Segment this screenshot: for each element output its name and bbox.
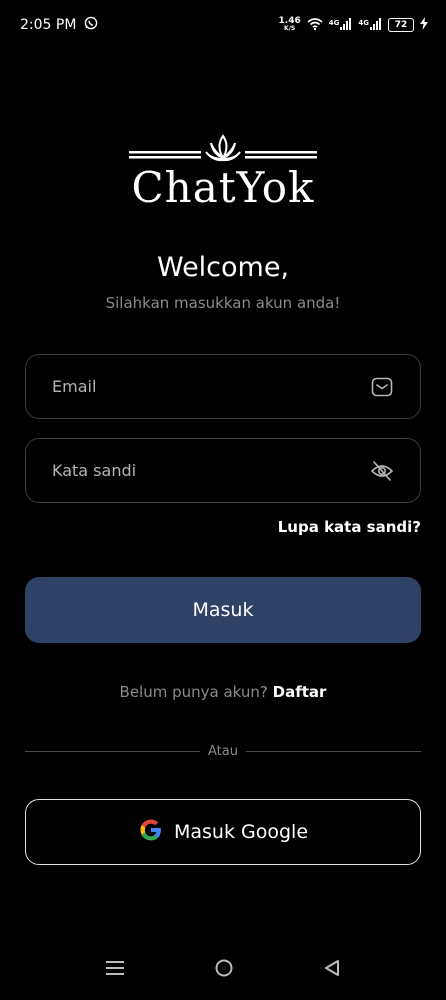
- lotus-icon: [129, 134, 317, 162]
- google-login-button[interactable]: Masuk Google: [25, 799, 421, 865]
- charging-icon: [420, 17, 428, 33]
- status-bar: 2:05 PM 1.46 K/S 4G 4G 72: [0, 0, 446, 50]
- forgot-password-link[interactable]: Lupa kata sandi?: [278, 518, 421, 536]
- status-right: 1.46 K/S 4G 4G 72: [279, 17, 428, 34]
- eye-off-icon[interactable]: [370, 459, 394, 483]
- signup-question: Belum punya akun?: [119, 683, 268, 701]
- battery-level: 72: [394, 20, 408, 30]
- wifi-icon: [307, 17, 323, 34]
- email-placeholder: Email: [52, 377, 97, 396]
- password-placeholder: Kata sandi: [52, 461, 137, 480]
- welcome-subtitle: Silahkan masukkan akun anda!: [105, 294, 341, 312]
- signal-icon: [370, 17, 382, 33]
- signup-link[interactable]: Daftar: [273, 683, 327, 701]
- whatsapp-icon: [84, 16, 98, 34]
- network-1-label: 4G: [328, 18, 340, 27]
- google-login-label: Masuk Google: [173, 821, 309, 843]
- login-button[interactable]: Masuk: [25, 577, 421, 643]
- divider-text: Atau: [208, 743, 238, 759]
- battery-indicator: 72: [388, 18, 414, 32]
- app-logo: ChatYok: [127, 134, 319, 216]
- divider-line-left: [25, 750, 201, 752]
- password-field[interactable]: Kata sandi: [25, 438, 421, 503]
- status-time: 2:05 PM: [20, 17, 77, 33]
- divider-line-right: [245, 750, 421, 752]
- network-1: 4G: [328, 17, 353, 33]
- network-speed: 1.46 K/S: [279, 17, 301, 33]
- email-field[interactable]: Email: [25, 354, 421, 419]
- welcome-title: Welcome,: [156, 252, 290, 283]
- speed-value: 1.46: [278, 16, 301, 26]
- status-left: 2:05 PM: [20, 16, 98, 34]
- login-button-label: Masuk: [192, 599, 254, 621]
- signal-icon: [340, 17, 352, 33]
- divider: Atau: [25, 741, 421, 761]
- system-nav-bar: [0, 945, 446, 995]
- logo-text: ChatYok: [131, 163, 315, 212]
- speed-unit: K/S: [284, 25, 296, 32]
- back-icon[interactable]: [323, 958, 341, 982]
- network-2: 4G: [358, 17, 382, 33]
- signup-row: Belum punya akun? Daftar: [0, 683, 446, 701]
- home-icon[interactable]: [214, 958, 234, 982]
- network-2-label: 4G: [358, 18, 369, 27]
- menu-icon[interactable]: [105, 959, 125, 981]
- mail-icon: [370, 375, 394, 399]
- google-icon: [138, 817, 164, 848]
